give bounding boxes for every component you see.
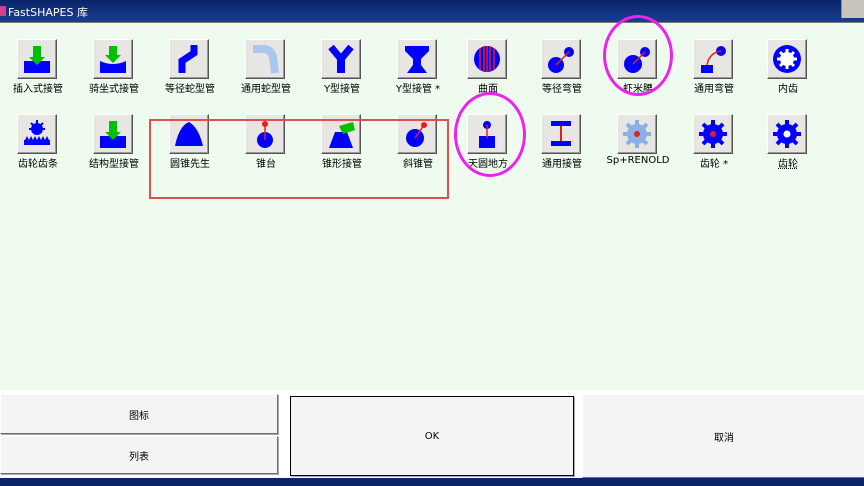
equal-elbow-icon xyxy=(548,47,574,73)
library-item-label: 结构型接管 xyxy=(89,159,139,170)
y-branch-alt-icon xyxy=(405,46,429,73)
library-item-label: 内齿 xyxy=(778,84,798,95)
generic-elbow-icon xyxy=(701,46,726,73)
library-item-label: 通用弯管 xyxy=(694,84,734,95)
structural-nozzle-icon xyxy=(100,121,126,148)
library-item-generic-nozzle[interactable]: 通用接管 xyxy=(524,107,600,173)
library-item-gear[interactable]: 齿轮 xyxy=(750,107,826,173)
library-item-structural-nozzle[interactable]: 结构型接管 xyxy=(76,107,152,173)
list-view-button[interactable]: 列表 xyxy=(0,436,278,474)
window-frame-bottom xyxy=(0,478,864,486)
window-control-button[interactable] xyxy=(841,0,864,18)
library-item-sphere-surface[interactable]: 曲面 xyxy=(450,32,526,98)
annotation-circle xyxy=(454,92,526,177)
cancel-button[interactable]: 取消 xyxy=(582,394,864,478)
icons-view-button[interactable]: 图标 xyxy=(0,394,278,434)
title-bar: FastSHAPES 库 xyxy=(0,0,864,22)
library-item-label: 齿轮齿条 xyxy=(18,159,58,170)
library-item-label: 骑坐式接管 xyxy=(89,84,139,95)
rack-pinion-icon xyxy=(24,120,50,145)
library-item-sprocket[interactable]: Sp+RENOLD xyxy=(600,107,676,173)
library-item-label: 通用蛇型管 xyxy=(241,84,291,95)
y-branch-icon xyxy=(328,44,354,73)
library-item-label: Y型接管 xyxy=(323,84,361,95)
generic-nozzle-icon xyxy=(551,121,571,146)
library-item-socket-nozzle[interactable]: 插入式接管 xyxy=(0,32,76,98)
annotation-circle xyxy=(603,15,673,96)
generic-snake-pipe-icon xyxy=(253,45,279,74)
library-item-label: Sp+RENOLD xyxy=(606,155,670,166)
snake-pipe-icon xyxy=(178,45,198,73)
library-item-equal-elbow[interactable]: 等径弯管 xyxy=(524,32,600,98)
library-item-generic-elbow[interactable]: 通用弯管 xyxy=(676,32,752,98)
library-item-label: 插入式接管 xyxy=(13,84,63,95)
window-title: FastSHAPES 库 xyxy=(8,6,88,19)
library-item-y-branch[interactable]: Y型接管 xyxy=(304,32,380,98)
library-item-label: 等径蛇型管 xyxy=(165,84,215,95)
saddle-nozzle-icon xyxy=(100,46,126,73)
library-item-internal-gear[interactable]: 内齿 xyxy=(750,32,826,98)
button-panel: 图标 列表 OK 取消 xyxy=(0,390,864,486)
library-item-label: 等径弯管 xyxy=(542,84,582,95)
ok-button[interactable]: OK xyxy=(290,396,574,476)
library-item-label: 齿轮 * xyxy=(699,159,729,170)
app-icon xyxy=(0,6,6,16)
library-item-saddle-nozzle[interactable]: 骑坐式接管 xyxy=(76,32,152,98)
library-item-rack-pinion[interactable]: 齿轮齿条 xyxy=(0,107,76,173)
shape-library-panel: 插入式接管 骑坐式接管 等径蛇型管 通用蛇型管 Y型接管 Y型接管 * 曲面 等… xyxy=(0,15,864,392)
sphere-surface-icon xyxy=(474,46,500,72)
socket-nozzle-icon xyxy=(24,46,50,73)
sprocket-icon xyxy=(623,120,651,148)
library-item-label: 齿轮 xyxy=(778,159,798,170)
gear-icon xyxy=(773,120,801,148)
library-item-y-branch-alt[interactable]: Y型接管 * xyxy=(380,32,456,98)
library-item-gear-alt[interactable]: 齿轮 * xyxy=(676,107,752,173)
library-item-label: Y型接管 * xyxy=(395,84,441,95)
library-item-snake-pipe[interactable]: 等径蛇型管 xyxy=(152,32,228,98)
internal-gear-icon xyxy=(773,45,801,73)
annotation-box xyxy=(149,119,449,199)
library-item-generic-snake-pipe[interactable]: 通用蛇型管 xyxy=(228,32,304,98)
gear-alt-icon xyxy=(699,120,727,148)
library-item-label: 通用接管 xyxy=(542,159,582,170)
